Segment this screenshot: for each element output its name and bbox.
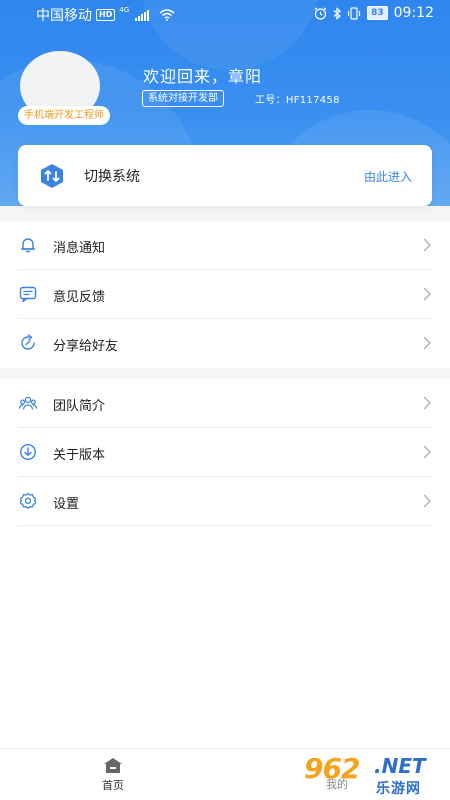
watermark-logo: 962 .NET 乐游网 — [304, 752, 444, 797]
tab-home-label: 首页 — [102, 779, 124, 792]
watermark-brand: 962 — [304, 752, 360, 785]
battery-indicator: 83 — [367, 6, 388, 20]
gear-icon — [19, 492, 37, 509]
menu-item-feedback[interactable]: 意见反馈 — [0, 270, 450, 319]
chevron-right-icon — [423, 238, 432, 252]
signal-icon — [135, 9, 150, 21]
switch-system-label: 切换系统 — [84, 169, 140, 185]
status-bar: 中国移动 HD 4G 83 09:12 — [0, 0, 450, 28]
switch-arrows-icon — [41, 164, 63, 188]
alarm-icon — [314, 6, 327, 20]
watermark-sub: 乐游网 — [376, 781, 421, 797]
share-icon — [21, 334, 35, 350]
menu-item-notifications[interactable]: 消息通知 — [0, 221, 450, 270]
switch-system-card[interactable]: 切换系统 由此进入 — [18, 145, 432, 206]
watermark-tld: .NET — [374, 754, 426, 778]
chevron-right-icon — [423, 494, 432, 508]
department-badge: 系统对接开发部 — [142, 90, 224, 107]
welcome-text: 欢迎回来，章阳 — [143, 67, 263, 86]
role-badge: 手机端开发工程师 — [18, 106, 110, 125]
enter-link[interactable]: 由此进入 — [364, 168, 412, 185]
menu-item-label: 分享给好友 — [53, 339, 119, 354]
home-icon — [104, 758, 122, 773]
hd-badge: HD — [96, 9, 116, 21]
feedback-icon — [19, 286, 37, 303]
menu-item-label: 消息通知 — [53, 241, 106, 256]
menu-item-about-version[interactable]: 关于版本 — [0, 428, 450, 477]
employee-id: 工号：HF117458 — [255, 95, 340, 106]
bell-icon — [20, 238, 36, 253]
menu-item-settings[interactable]: 设置 — [0, 477, 450, 526]
download-icon — [19, 443, 37, 461]
bluetooth-icon — [333, 6, 342, 20]
menu-item-label: 团队简介 — [53, 399, 106, 414]
team-icon — [19, 396, 37, 410]
menu-item-label: 设置 — [53, 497, 80, 512]
menu-item-share[interactable]: 分享给好友 — [0, 319, 450, 368]
menu-item-label: 意见反馈 — [53, 290, 106, 305]
clock: 09:12 — [393, 5, 434, 21]
carrier-name: 中国移动 — [36, 8, 92, 24]
tab-home[interactable]: 首页 — [96, 757, 130, 793]
section-gap — [0, 368, 450, 379]
chevron-right-icon — [423, 336, 432, 350]
menu-item-team[interactable]: 团队简介 — [0, 379, 450, 428]
chevron-right-icon — [423, 445, 432, 459]
section-gap — [0, 206, 450, 221]
chevron-right-icon — [423, 396, 432, 410]
menu-item-label: 关于版本 — [53, 448, 106, 463]
network-type: 4G — [119, 6, 130, 14]
chevron-right-icon — [423, 287, 432, 301]
wifi-icon — [159, 9, 175, 21]
vibrate-icon — [348, 6, 361, 20]
